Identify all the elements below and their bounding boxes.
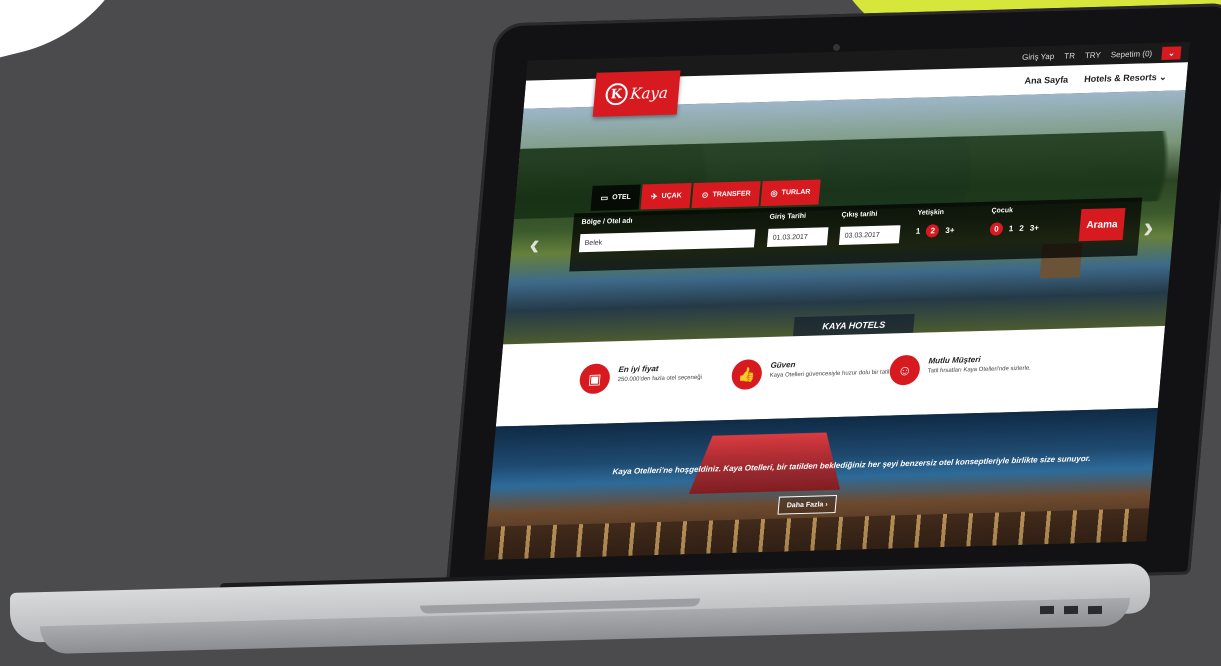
browser-screen: Giriş Yap TR TRY Sepetim (0) ⌄ Ana Sayfa… [484,42,1190,560]
feature-desc: Tatil fırsatları Kaya Otelleri'nde sizle… [927,365,1032,375]
bed-icon: ▭ [600,193,609,203]
adult-option-2[interactable]: 2 [925,224,940,238]
search-button[interactable]: Arama [1078,207,1126,242]
tab-hotel-label: OTEL [611,193,632,202]
usb-port-icon [1064,605,1078,615]
feature-best-price: ▣ En iyi fiyat 250.000'den fazla otel se… [578,360,739,395]
adult-option-1[interactable]: 1 [916,227,921,236]
adult-selector: 1 2 3+ [915,224,955,238]
brand-logo[interactable]: K Kaya [592,70,681,117]
language-select[interactable]: TR [1064,51,1075,60]
plane-icon: ✈ [650,192,658,202]
login-link[interactable]: Giriş Yap [1022,51,1055,61]
destination-label: Bölge / Otel adı [581,217,633,227]
tab-transfer-label: TRANSFER [712,190,751,199]
sd-slot-icon [1040,605,1054,615]
chevron-down-icon: ⌄ [1158,71,1168,82]
feature-title: Mutlu Müşteri [928,354,981,366]
child-option-2[interactable]: 2 [1019,224,1024,233]
briefcase-icon: ▣ [578,363,612,395]
tab-hotel[interactable]: ▭ OTEL [590,184,641,211]
thumbs-up-icon: 👍 [730,359,764,390]
tab-tours[interactable]: ◎ TURLAR [760,179,821,207]
more-button[interactable]: Daha Fazla › [777,494,838,515]
tab-flight-label: UÇAK [661,192,683,200]
smile-icon: ☺ [888,354,922,386]
child-selector: 0 1 2 3+ [989,221,1039,236]
car-icon: ⊙ [701,190,709,200]
currency-select[interactable]: TRY [1085,50,1102,59]
adult-label: Yetişkin [917,209,945,217]
compass-icon: ◎ [770,188,778,198]
feature-trust: 👍 Güven Kaya Otelleri güvencesiyle huzur… [730,355,891,390]
checkout-label: Çıkış tarihi [841,210,878,219]
checkout-date-input[interactable]: 03.03.2017 [838,225,901,245]
feature-desc: 250.000'den fazla otel seçeneği [617,374,703,384]
tab-tours-label: TURLAR [781,188,811,197]
feature-title: Güven [770,360,796,370]
feature-desc: Kaya Otelleri güvencesiyle huzur dolu bi… [769,369,890,379]
banner-text: Kaya Otelleri'ne hoşgeldiniz. Kaya Otell… [612,453,1092,477]
nav-item-hotels[interactable]: Hotels & Resorts ⌄ [1083,71,1168,84]
nav-item-hotels-label: Hotels & Resorts [1083,71,1158,84]
chevron-down-icon[interactable]: ⌄ [1161,45,1182,60]
feature-happy-customer: ☺ Mutlu Müşteri Tatil fırsatları Kaya Ot… [888,351,1049,386]
tab-flight[interactable]: ✈ UÇAK [640,183,692,210]
child-option-1[interactable]: 1 [1009,224,1014,233]
checkin-date-input[interactable]: 01.03.2017 [766,227,829,247]
child-option-3plus[interactable]: 3+ [1029,223,1039,232]
feature-title: En iyi fiyat [618,363,659,375]
destination-input[interactable]: Belek [578,229,756,253]
adult-option-3plus[interactable]: 3+ [945,226,955,235]
promo-banner: Kaya Otelleri'ne hoşgeldiniz. Kaya Otell… [484,408,1158,560]
camera-icon [833,44,840,51]
tab-transfer[interactable]: ⊙ TRANSFER [691,181,761,209]
basket-link[interactable]: Sepetim (0) [1110,49,1152,59]
logo-mark: K [604,82,629,106]
child-label: Çocuk [991,207,1014,215]
child-option-0[interactable]: 0 [989,222,1004,236]
nav-item-home[interactable]: Ana Sayfa [1024,75,1068,86]
logo-name: Kaya [629,83,669,103]
laptop-mockup: Giriş Yap TR TRY Sepetim (0) ⌄ Ana Sayfa… [0,0,1221,666]
hdmi-port-icon [1088,605,1102,615]
checkin-label: Giriş Tarihi [769,212,807,221]
